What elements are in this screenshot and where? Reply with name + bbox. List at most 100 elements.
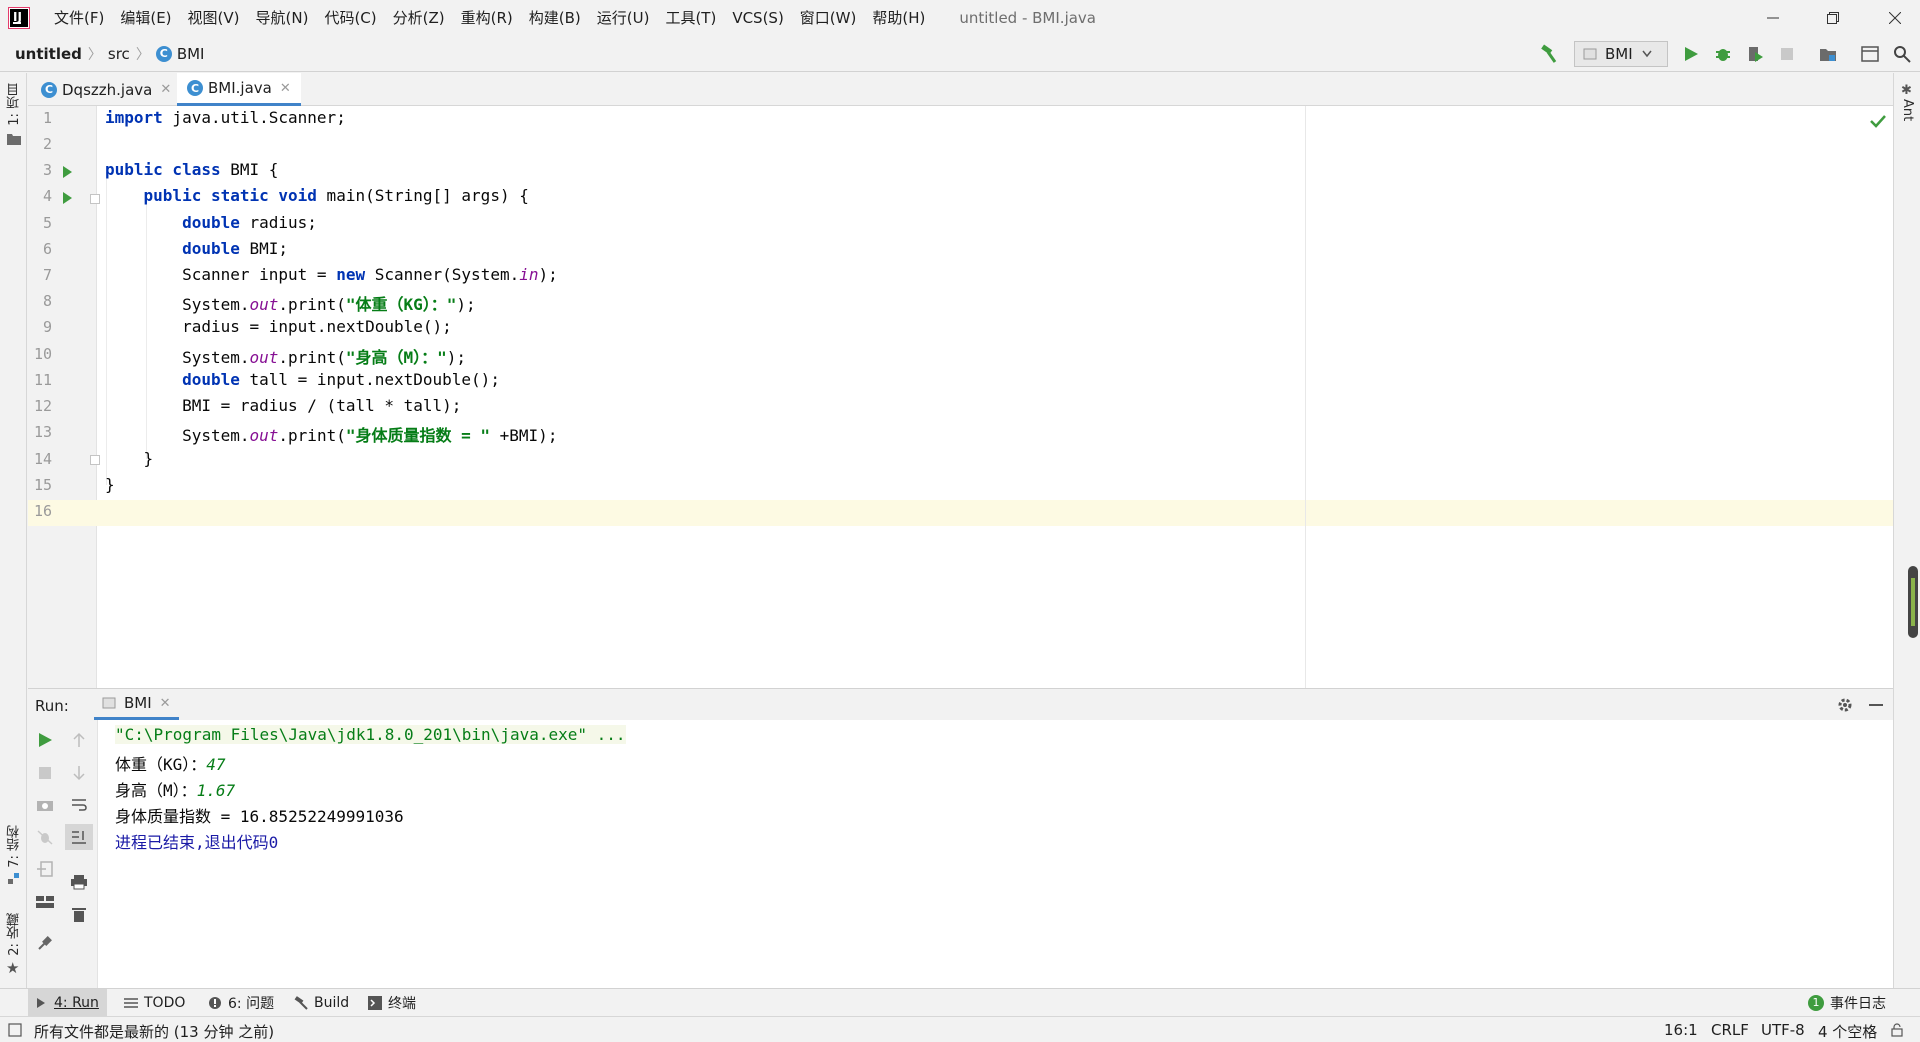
rerun-button[interactable] — [33, 728, 57, 752]
code-line-1: import java.util.Scanner; — [105, 108, 346, 127]
pin-tab-button[interactable] — [33, 931, 57, 955]
ant-icon: ✱ — [1901, 83, 1912, 98]
line-separator[interactable]: CRLF — [1711, 1021, 1749, 1039]
tool-tab-event-log[interactable]: 1 事件日志 — [1800, 989, 1894, 1016]
menu-code[interactable]: 代码(C) — [316, 0, 384, 36]
run-with-coverage-button[interactable] — [1743, 42, 1767, 66]
restore-button[interactable] — [1810, 0, 1856, 36]
run-config-icon — [102, 697, 116, 709]
clear-all-button[interactable] — [67, 902, 91, 926]
menu-vcs[interactable]: VCS(S) — [724, 0, 791, 36]
open-window-button[interactable] — [1858, 42, 1882, 66]
console-output[interactable] — [98, 720, 1893, 988]
run-tab-bmi[interactable]: BMI ✕ — [94, 689, 179, 720]
run-configuration-select[interactable]: BMI — [1574, 41, 1668, 67]
editor-minimap-scroll[interactable] — [1908, 566, 1918, 638]
run-class-gutter-icon[interactable] — [63, 166, 72, 178]
tool-tab-terminal[interactable]: 终端 — [360, 989, 424, 1016]
java-class-icon: C — [187, 80, 203, 96]
breadcrumb-file[interactable]: BMI — [177, 45, 205, 63]
debug-button[interactable] — [1711, 42, 1735, 66]
pin-icon — [38, 936, 52, 950]
hide-panel-icon[interactable] — [1868, 697, 1884, 713]
java-class-icon: C — [41, 81, 57, 98]
run-panel-header: Run: BMI ✕ — [28, 688, 1893, 720]
menu-navigate[interactable]: 导航(N) — [248, 0, 317, 36]
lock-icon[interactable] — [1890, 1023, 1904, 1037]
minimize-button[interactable] — [1750, 0, 1796, 36]
tool-tab-build[interactable]: Build — [286, 989, 357, 1016]
line-number: 12 — [33, 397, 52, 415]
menu-bar: IJ 文件(F) 编辑(E) 视图(V) 导航(N) 代码(C) 分析(Z) 重… — [0, 0, 1920, 36]
indent-setting[interactable]: 4 个空格 — [1818, 1021, 1877, 1042]
close-tab-icon[interactable]: ✕ — [160, 696, 171, 711]
layout-button[interactable] — [33, 890, 57, 914]
trash-icon — [72, 908, 86, 922]
search-everywhere-button[interactable] — [1890, 42, 1914, 66]
menu-build[interactable]: 构建(B) — [521, 0, 589, 36]
tool-tab-todo[interactable]: TODO — [116, 989, 193, 1016]
menu-file[interactable]: 文件(F) — [46, 0, 112, 36]
scroll-to-end-icon — [72, 831, 86, 844]
tool-tab-run[interactable]: 4: Run — [28, 989, 107, 1016]
close-tab-icon[interactable]: ✕ — [160, 82, 171, 97]
favorites-tool-tab[interactable]: 2: 收藏 — [5, 913, 24, 956]
run-main-gutter-icon[interactable] — [63, 192, 72, 204]
gear-icon[interactable] — [1836, 696, 1854, 714]
menu-window[interactable]: 窗口(W) — [792, 0, 865, 36]
code-line-10: System.out.print("身高（M）："); — [105, 348, 467, 367]
line-number: 13 — [33, 423, 52, 441]
stop-run-button[interactable] — [33, 761, 57, 785]
menu-edit[interactable]: 编辑(E) — [112, 0, 179, 36]
restore-layout-button[interactable] — [33, 857, 57, 881]
mute-breakpoints-button[interactable] — [33, 825, 57, 849]
caret-row-highlight — [28, 500, 1893, 526]
fold-marker-icon[interactable] — [90, 194, 100, 204]
restore-icon — [1827, 12, 1839, 24]
console-command-line: "C:\Program Files\Java\jdk1.8.0_201\bin\… — [115, 725, 626, 744]
bug-disabled-icon — [37, 830, 53, 845]
stop-button[interactable] — [1775, 42, 1799, 66]
breadcrumb-project[interactable]: untitled — [15, 45, 82, 63]
terminal-icon — [368, 995, 382, 1010]
structure-tool-tab[interactable]: 7: 结构 — [5, 825, 24, 868]
breadcrumb-folder[interactable]: src — [108, 45, 130, 63]
file-encoding[interactable]: UTF-8 — [1761, 1021, 1805, 1039]
line-number: 3 — [42, 161, 52, 179]
window-icon — [1861, 46, 1879, 62]
run-tab-label: BMI — [124, 694, 152, 712]
code-line-12: BMI = radius / (tall * tall); — [105, 396, 462, 415]
tab-dqszzh-java[interactable]: C Dqszzh.java ✕ — [31, 73, 181, 106]
code-line-11: double tall = input.nextDouble(); — [182, 370, 500, 389]
tool-tab-problems[interactable]: 6: 问题 — [200, 989, 282, 1016]
previous-occurrence-button[interactable] — [67, 728, 91, 752]
build-hammer-button[interactable] — [1537, 42, 1561, 66]
project-tool-tab[interactable]: 1: 项目 — [5, 83, 24, 126]
no-problems-check-icon — [1870, 115, 1886, 128]
ant-tool-tab[interactable]: Ant — [1900, 99, 1915, 121]
project-structure-button[interactable] — [1816, 42, 1840, 66]
menu-run[interactable]: 运行(U) — [589, 0, 658, 36]
scroll-to-end-button[interactable] — [65, 824, 93, 850]
menu-view[interactable]: 视图(V) — [180, 0, 248, 36]
caret-position[interactable]: 16:1 — [1664, 1021, 1698, 1039]
fold-marker-icon[interactable] — [90, 455, 100, 465]
run-button[interactable] — [1679, 42, 1703, 66]
todo-list-icon — [124, 997, 138, 1008]
soft-wrap-button[interactable] — [67, 793, 91, 817]
menu-tools[interactable]: 工具(T) — [657, 0, 724, 36]
close-tab-icon[interactable]: ✕ — [280, 81, 291, 96]
event-count-badge: 1 — [1808, 994, 1824, 1011]
next-occurrence-button[interactable] — [67, 761, 91, 785]
menu-refactor[interactable]: 重构(R) — [453, 0, 521, 36]
menu-help[interactable]: 帮助(H) — [864, 0, 933, 36]
structure-icon — [8, 873, 19, 884]
close-window-button[interactable] — [1872, 0, 1918, 36]
print-button[interactable] — [67, 870, 91, 894]
status-square-icon[interactable] — [8, 1023, 22, 1037]
tab-bmi-java[interactable]: C BMI.java ✕ — [177, 73, 301, 106]
stop-icon — [1781, 48, 1793, 60]
menu-analyze[interactable]: 分析(Z) — [385, 0, 453, 36]
dump-threads-button[interactable] — [33, 793, 57, 817]
camera-icon — [37, 801, 53, 811]
